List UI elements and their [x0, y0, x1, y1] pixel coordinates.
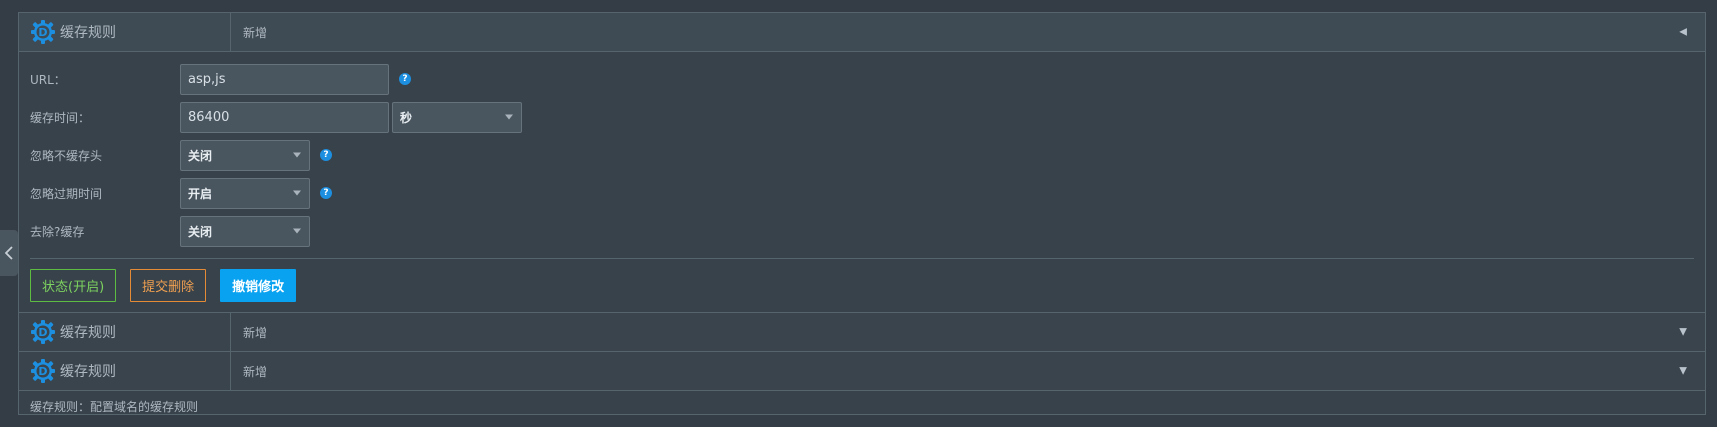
svg-text:D: D — [38, 26, 47, 39]
question-icon[interactable]: ? — [399, 73, 411, 85]
cache-rules-panel: D 缓存规则 新增 ◀ URL： asp,js ? 缓存时间： 86400 秒 … — [18, 12, 1706, 415]
rule-header-2[interactable]: D 缓存规则 新增 ▼ — [19, 313, 1705, 352]
footer-hint: 缓存规则：配置域名的缓存规则 — [30, 400, 199, 414]
rule-title: 缓存规则 — [60, 25, 116, 41]
select-value: 秒 — [400, 110, 413, 125]
question-icon[interactable]: ? — [320, 149, 332, 161]
rule-header-1[interactable]: D 缓存规则 新增 ◀ — [19, 13, 1705, 52]
caret-down-icon — [293, 152, 301, 158]
ignore-expire-select[interactable]: 开启 — [180, 177, 310, 209]
caret-down-icon — [293, 190, 301, 196]
remove-query-label: 去除?缓存 — [30, 224, 85, 239]
cache-time-label: 缓存时间： — [30, 110, 91, 125]
remove-query-row: 去除?缓存 关闭 — [19, 212, 1705, 250]
caret-down-icon — [505, 114, 513, 120]
rule-title: 缓存规则 — [60, 364, 116, 380]
svg-text:D: D — [38, 326, 47, 339]
chevron-left-icon — [5, 246, 13, 260]
ignore-no-cache-label: 忽略不缓存头 — [30, 148, 103, 163]
rule-subtitle: 新增 — [243, 364, 268, 379]
cache-time-input[interactable]: 86400 — [180, 101, 389, 133]
url-label: URL： — [30, 72, 66, 87]
svg-text:D: D — [38, 365, 47, 378]
rule-title: 缓存规则 — [60, 325, 116, 341]
rule-form: URL： asp,js ? 缓存时间： 86400 秒 忽略不缓存头 关闭 ? … — [19, 52, 1705, 313]
select-value: 关闭 — [188, 148, 213, 163]
ignore-no-cache-select[interactable]: 关闭 — [180, 139, 310, 171]
status-toggle-button[interactable]: 状态(开启) — [30, 269, 117, 302]
ignore-expire-row: 忽略过期时间 开启 ? — [19, 174, 1705, 212]
cache-time-row: 缓存时间： 86400 秒 — [19, 98, 1705, 136]
ignore-no-cache-row: 忽略不缓存头 关闭 ? — [19, 136, 1705, 174]
expand-arrow-icon[interactable]: ▼ — [1679, 327, 1687, 338]
cache-time-unit-select[interactable]: 秒 — [392, 101, 522, 133]
gear-d-icon: D — [30, 358, 56, 384]
gear-d-icon: D — [30, 319, 56, 345]
url-input[interactable]: asp,js — [180, 63, 389, 95]
action-bar: 状态(开启) 提交删除 撤销修改 — [19, 259, 1705, 313]
gear-d-icon: D — [30, 19, 56, 45]
expand-arrow-icon[interactable]: ▼ — [1679, 366, 1687, 377]
rule-title-cell: D 缓存规则 — [19, 352, 231, 390]
select-value: 开启 — [188, 186, 213, 201]
collapse-arrow-icon[interactable]: ◀ — [1679, 27, 1687, 38]
remove-query-select[interactable]: 关闭 — [180, 215, 310, 247]
select-value: 关闭 — [188, 224, 213, 239]
sidebar-collapse-handle[interactable] — [0, 230, 18, 276]
rule-subtitle: 新增 — [243, 325, 268, 340]
caret-down-icon — [293, 228, 301, 234]
ignore-expire-label: 忽略过期时间 — [30, 186, 103, 201]
rule-title-cell: D 缓存规则 — [19, 313, 231, 351]
rule-title-cell: D 缓存规则 — [19, 13, 231, 51]
question-icon[interactable]: ? — [320, 187, 332, 199]
rule-subtitle: 新增 — [243, 25, 268, 40]
rule-header-3[interactable]: D 缓存规则 新增 ▼ — [19, 352, 1705, 391]
delete-button[interactable]: 提交删除 — [130, 269, 207, 302]
url-row: URL： asp,js ? — [19, 60, 1705, 98]
revert-button[interactable]: 撤销修改 — [220, 269, 297, 302]
